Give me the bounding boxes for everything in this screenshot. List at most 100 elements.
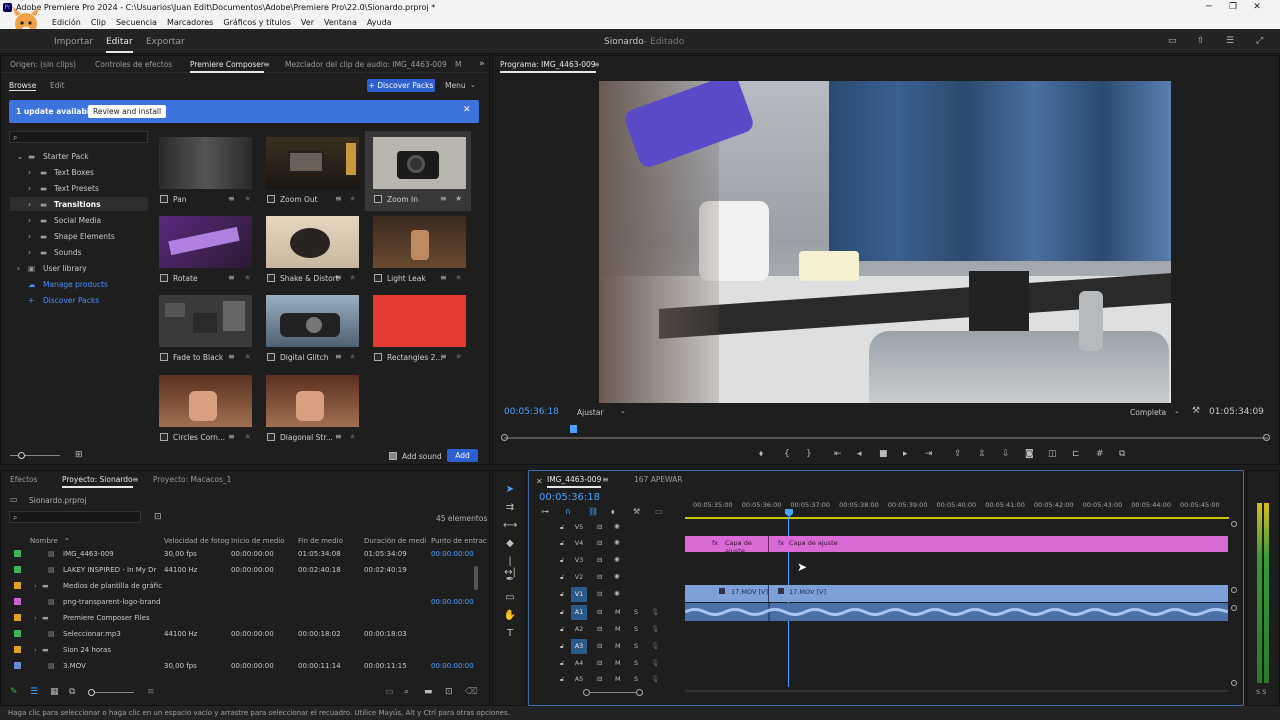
tab-efectos[interactable]: Efectos (10, 475, 38, 484)
sync-lock-icon[interactable]: ⊟ (597, 523, 602, 531)
tree-social-media[interactable]: Social Media (54, 216, 101, 225)
star-icon[interactable]: ★ (349, 273, 356, 282)
meter-solo-labels[interactable]: S S (1256, 688, 1266, 696)
sync-lock-icon[interactable]: ⊟ (597, 556, 602, 564)
wrench-icon[interactable]: ⚒ (1192, 407, 1200, 416)
subtab-browse[interactable]: Browse (9, 81, 37, 91)
label-color-swatch[interactable] (14, 598, 21, 605)
track-label-a4[interactable]: A4 (571, 656, 587, 671)
label-color-swatch[interactable] (14, 614, 21, 621)
vr-icon[interactable]: ⧉ (1119, 450, 1125, 459)
table-row[interactable]: ▤ 3.MOV 30,00 fps 00:00:00:00 00:00:11:14 00:… (8, 658, 478, 674)
trash-icon[interactable]: ⌫ (465, 688, 478, 697)
tab-premiere-composer[interactable]: Premiere Composer (190, 60, 264, 73)
chevron-right-icon[interactable]: › (28, 168, 31, 177)
chevron-right-icon[interactable]: › (28, 200, 31, 209)
tab-origen[interactable]: Origen: (sin clips) (10, 60, 76, 69)
thumb-menu-icon[interactable]: ≡ (228, 432, 235, 441)
star-icon[interactable]: ★ (455, 194, 462, 203)
tab-importar[interactable]: Importar (54, 37, 93, 47)
marker-icon[interactable]: ⬧ (759, 450, 763, 459)
col-nombre[interactable]: Nombre (30, 537, 58, 545)
sync-lock-icon[interactable]: ⊟ (597, 659, 602, 667)
menu-edicion[interactable]: Edición (52, 18, 81, 27)
tab-sequence-apewar[interactable]: 167 APEWAR (634, 475, 682, 484)
mark-out-icon[interactable]: } (806, 450, 812, 459)
menu-ayuda[interactable]: Ayuda (367, 18, 392, 27)
thumb-rectangles[interactable] (373, 295, 466, 347)
settings-icon[interactable]: ☰ (1226, 37, 1234, 46)
thumb-checkbox[interactable] (267, 433, 275, 441)
tab-m[interactable]: M (455, 60, 461, 69)
col-fin[interactable]: Fin de medio (298, 537, 343, 545)
pen-tool-icon[interactable]: ✒ (503, 574, 517, 585)
fit-dropdown[interactable]: Ajustar (577, 408, 604, 417)
tree-sounds[interactable]: Sounds (54, 248, 82, 257)
find-icon[interactable]: ⌕ (404, 688, 409, 697)
star-icon[interactable]: ★ (349, 432, 356, 441)
close-button[interactable]: ✕ (1234, 0, 1280, 15)
sync-lock-icon[interactable]: ⊟ (597, 625, 602, 633)
trim-icon[interactable]: ⊏ (1072, 450, 1080, 459)
tree-user-library[interactable]: User library (43, 264, 87, 273)
snap-icon[interactable]: ∩ (565, 507, 571, 516)
scrubber-in-handle[interactable] (501, 434, 508, 441)
solo-button[interactable]: S (634, 659, 638, 667)
quality-dropdown[interactable]: Completa (1130, 408, 1166, 417)
project-zoom-slider[interactable] (90, 692, 134, 693)
tab-sequence-main[interactable]: IMG_4463-009 (547, 475, 602, 488)
panel-menu-icon[interactable]: ≡ (602, 475, 609, 484)
mic-icon[interactable]: 🎙︎ (651, 659, 659, 667)
new-folder-icon[interactable]: ▬ (424, 688, 433, 697)
timeline-timecode[interactable]: 00:05:36:18 (539, 492, 600, 503)
eye-icon[interactable]: ◉ (614, 572, 620, 580)
thumb-menu-icon[interactable]: ≡ (228, 273, 235, 282)
star-icon[interactable]: ★ (244, 432, 251, 441)
extract-icon[interactable]: ⇫ (978, 450, 986, 459)
lift-icon[interactable]: ⇪ (954, 450, 962, 459)
track-label-v3[interactable]: V3 (571, 553, 587, 568)
lock-icon[interactable]: 🔓︎ (560, 659, 564, 668)
go-to-out-icon[interactable]: ⇥ (925, 450, 933, 459)
thumb-menu-icon[interactable]: ≡ (335, 432, 342, 441)
solo-button[interactable]: S (634, 608, 638, 616)
scrubber-out-handle[interactable] (1263, 434, 1270, 441)
thumb-shake-distort[interactable] (266, 216, 359, 268)
thumb-checkbox[interactable] (267, 195, 275, 203)
col-velocidad[interactable]: Velocidad de fotog (164, 537, 229, 545)
thumb-zoom-out[interactable] (266, 137, 359, 189)
audio-clip-waveform[interactable] (685, 603, 1228, 621)
thumb-menu-icon[interactable]: ≡ (440, 352, 447, 361)
video-clip-1[interactable]: 17.MOV [V] (685, 585, 769, 602)
track-label-v5[interactable]: V5 (571, 520, 587, 535)
tab-mezclador[interactable]: Mezclador del clip de audio: IMG_4463-00… (285, 60, 447, 69)
mic-icon[interactable]: 🎙︎ (651, 675, 659, 683)
chevron-right-icon[interactable]: › (34, 582, 37, 590)
manage-products-link[interactable]: Manage products (43, 280, 108, 289)
export-frame-icon[interactable]: ⇩ (1002, 450, 1010, 459)
star-icon[interactable]: ★ (455, 273, 462, 282)
sort-icon[interactable]: ≡ (147, 688, 155, 697)
label-color-swatch[interactable] (14, 646, 21, 653)
zoom-slider-knob[interactable] (18, 452, 25, 459)
thumb-menu-icon[interactable]: ≡ (335, 194, 342, 203)
sync-lock-icon[interactable]: ⊟ (597, 642, 602, 650)
fullscreen-icon[interactable]: ⤢ (1256, 37, 1263, 46)
discover-packs-button[interactable]: + Discover Packs (367, 79, 435, 92)
label-color-swatch[interactable] (14, 630, 21, 637)
thumb-menu-icon[interactable]: ≡ (335, 352, 342, 361)
eye-icon[interactable]: ◉ (614, 522, 620, 530)
composer-search-input[interactable]: ⌕ (9, 131, 148, 143)
lock-icon[interactable]: 🔓︎ (560, 539, 564, 548)
star-icon[interactable]: ★ (455, 352, 462, 361)
lock-icon[interactable]: 🔓︎ (560, 625, 564, 634)
table-row[interactable]: › ▬ Medios de plantilla de gráfic (8, 578, 478, 594)
go-to-in-icon[interactable]: ⇤ (834, 450, 842, 459)
chevron-right-icon[interactable]: › (17, 264, 20, 273)
mute-button[interactable]: M (615, 659, 621, 667)
tab-editar[interactable]: Editar (106, 37, 133, 53)
rectangle-tool-icon[interactable]: ▭ (503, 592, 517, 603)
star-icon[interactable]: ★ (244, 273, 251, 282)
thumb-diagonal-stripes[interactable] (266, 375, 359, 427)
track-select-icon[interactable]: ⇉ (503, 502, 517, 513)
